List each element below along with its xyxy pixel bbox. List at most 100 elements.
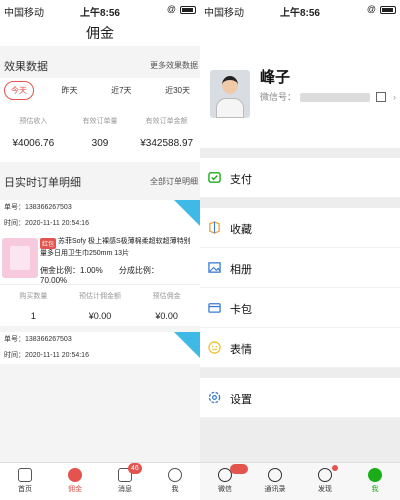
battery-icon xyxy=(180,6,196,14)
album-icon xyxy=(208,262,221,273)
order-time: 时间：2020-11-11 20:54:16 xyxy=(4,220,89,227)
nav-label: 我 xyxy=(171,486,179,493)
stat-valid-orders: 有效订单量 309 xyxy=(67,116,134,162)
menu-group-pay: 支付 xyxy=(200,158,400,198)
menu-item-settings[interactable]: 设置 xyxy=(200,378,400,418)
order-summary-row: 购买数量 1 预估计佣金额 ¥0.00 预估佣金 ¥0.00 xyxy=(0,284,200,326)
summary-label: 预估计佣金额 xyxy=(79,293,121,300)
commission-app-screen: 中国移动 上午8:56 @ 佣金 效果数据 更多效果数据 今天 昨天 近7天 近… xyxy=(0,0,200,500)
purchase-quantity: 购买数量 1 xyxy=(0,291,67,326)
nav-label: 微信 xyxy=(218,486,232,493)
stat-value: 309 xyxy=(91,138,109,149)
home-icon xyxy=(18,468,32,482)
nav-discover[interactable]: 发现 xyxy=(300,463,350,500)
person-icon xyxy=(168,468,182,482)
bottom-nav: 首页 佣金 46 消息 我 xyxy=(0,462,200,500)
unread-badge xyxy=(230,464,248,474)
tab-last-30-days[interactable]: 近30天 xyxy=(159,82,196,99)
qr-code-icon[interactable] xyxy=(376,92,386,102)
status-corner-ribbon xyxy=(174,332,200,358)
menu-item-stickers[interactable]: 表情 xyxy=(200,328,400,368)
nav-chats[interactable]: 微信 xyxy=(200,463,250,500)
menu-item-album[interactable]: 相册 xyxy=(200,248,400,288)
nav-home[interactable]: 首页 xyxy=(0,463,50,500)
nav-commission[interactable]: 佣金 xyxy=(50,463,100,500)
estimated-commission-base: 预估计佣金额 ¥0.00 xyxy=(67,291,134,326)
location-icon: @ xyxy=(166,4,176,14)
chevron-right-icon: › xyxy=(393,92,396,102)
rates-row: 佣金比例：1.00% 分成比例：70.00% xyxy=(40,265,196,285)
favorites-icon xyxy=(209,221,220,234)
order-detail-header: 日实时订单明细 全部订单明细 xyxy=(0,168,200,194)
nav-label: 我 xyxy=(371,486,379,493)
order-card[interactable]: 单号：138366267503 时间：2020-11-11 20:54:16 红… xyxy=(0,200,200,326)
summary-value: ¥0.00 xyxy=(155,311,178,321)
compass-icon xyxy=(318,468,332,482)
product-row: 红包 苏菲Sofy 极上裸感S极薄棉柔超软超薄特别 量多日用卫生巾250mm 1… xyxy=(0,232,200,285)
stat-valid-order-amount: 有效订单金额 ¥342588.97 xyxy=(133,116,200,162)
stat-label: 有效订单量 xyxy=(82,118,118,125)
estimated-commission: 预估佣金 ¥0.00 xyxy=(133,291,200,326)
tab-yesterday[interactable]: 昨天 xyxy=(56,82,84,99)
all-order-details-link[interactable]: 全部订单明细 xyxy=(150,176,198,187)
nav-label: 佣金 xyxy=(68,486,82,493)
new-dot-badge xyxy=(332,465,338,471)
card-icon xyxy=(208,303,221,313)
menu-item-cards[interactable]: 卡包 xyxy=(200,288,400,328)
profile-header[interactable]: 峰子 微信号： › xyxy=(200,20,400,148)
location-icon: @ xyxy=(366,4,376,14)
effect-data-header: 效果数据 更多效果数据 xyxy=(0,52,200,78)
status-bar: 中国移动 上午8:56 @ xyxy=(200,0,400,20)
menu-label: 收藏 xyxy=(230,224,252,236)
tab-last-7-days[interactable]: 近7天 xyxy=(105,82,137,99)
battery-icon xyxy=(380,6,396,14)
effect-data-title: 效果数据 xyxy=(4,61,48,73)
menu-label: 表情 xyxy=(230,344,252,356)
stat-estimated-income: 预估收入 ¥4006.76 xyxy=(0,116,67,162)
menu-item-pay[interactable]: 支付 xyxy=(200,158,400,198)
wechat-id-label: 微信号： xyxy=(260,92,297,102)
menu-label: 卡包 xyxy=(230,304,252,316)
order-time: 时间：2020-11-11 20:54:16 xyxy=(4,352,89,359)
unread-badge: 46 xyxy=(128,463,142,474)
commission-rate: 佣金比例：1.00% xyxy=(40,266,103,275)
menu-label: 设置 xyxy=(230,394,252,406)
wechat-id: 微信号： xyxy=(260,90,371,103)
tab-today[interactable]: 今天 xyxy=(4,80,34,100)
nav-me[interactable]: 我 xyxy=(150,463,200,500)
person-icon xyxy=(368,468,382,482)
status-corner-ribbon xyxy=(174,200,200,226)
order-detail-title: 日实时订单明细 xyxy=(4,177,81,189)
wechat-id-redacted xyxy=(300,93,371,103)
nav-contacts[interactable]: 通讯录 xyxy=(250,463,300,500)
nav-me[interactable]: 我 xyxy=(350,463,400,500)
wechat-me-screen: 中国移动 上午8:56 @ 峰子 微信号： › 支付 收藏 相册 卡包 表情 设… xyxy=(200,0,400,500)
settings-icon xyxy=(208,391,221,404)
summary-value: ¥0.00 xyxy=(88,311,112,321)
product-name-line2: 量多日用卫生巾250mm 13片 xyxy=(40,250,130,257)
summary-label: 购买数量 xyxy=(19,293,48,300)
summary-label: 预估佣金 xyxy=(152,293,181,300)
avatar[interactable] xyxy=(210,70,250,118)
order-card[interactable]: 单号：138366267503 时间：2020-11-11 20:54:16 xyxy=(0,332,200,364)
order-number: 单号：138366267503 xyxy=(4,204,72,211)
nav-label: 消息 xyxy=(118,486,132,493)
product-tag: 红包 xyxy=(40,238,57,249)
contacts-icon xyxy=(268,468,282,482)
profile-name: 峰子 xyxy=(260,69,291,86)
menu-label: 支付 xyxy=(230,174,252,186)
menu-group-settings: 设置 xyxy=(200,378,400,418)
more-effect-data-link[interactable]: 更多效果数据 xyxy=(150,60,198,71)
nav-messages[interactable]: 46 消息 xyxy=(100,463,150,500)
nav-label: 首页 xyxy=(18,486,32,493)
product-thumbnail xyxy=(2,238,38,278)
menu-label: 相册 xyxy=(230,264,252,276)
stats-row: 预估收入 ¥4006.76 有效订单量 309 有效订单金额 ¥342588.9… xyxy=(0,102,200,162)
menu-item-favorites[interactable]: 收藏 xyxy=(200,208,400,248)
effect-data-card: 今天 昨天 近7天 近30天 预估收入 ¥4006.76 有效订单量 309 有… xyxy=(0,78,200,162)
nav-label: 通讯录 xyxy=(264,486,286,493)
page-title: 佣金 xyxy=(0,20,200,46)
summary-value: 1 xyxy=(30,311,36,321)
stat-label: 有效订单金额 xyxy=(145,118,188,125)
stat-value: ¥342588.97 xyxy=(140,138,194,149)
